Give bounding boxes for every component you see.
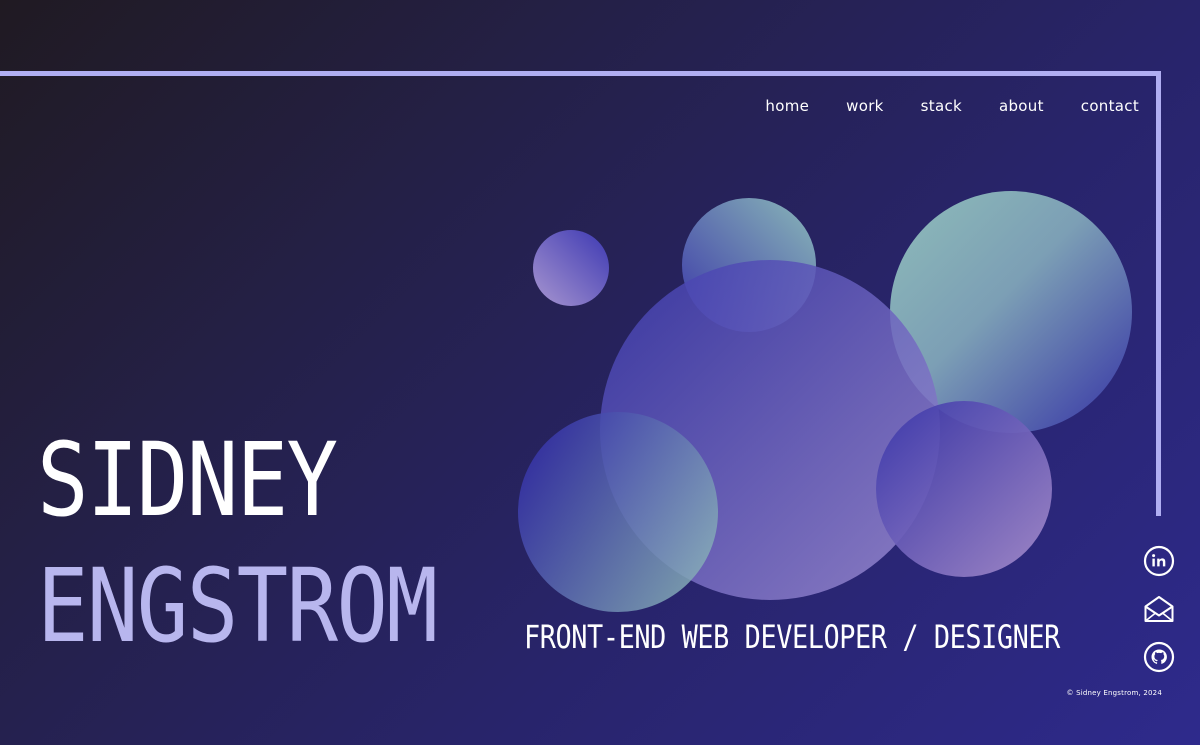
bubble-bottom-right xyxy=(876,401,1052,577)
envelope-icon xyxy=(1144,596,1174,622)
copyright-text: © Sidney Engstrom, 2024 xyxy=(1066,689,1162,697)
bubble-small xyxy=(533,230,609,306)
hero-last-name: ENGSTROM xyxy=(37,547,438,666)
linkedin-icon xyxy=(1143,545,1175,577)
bubble-left xyxy=(518,412,718,612)
hero-role: FRONT-END WEB DEVELOPER / DESIGNER xyxy=(524,618,1060,656)
linkedin-link[interactable] xyxy=(1142,545,1176,577)
hero-first-name: SIDNEY xyxy=(37,421,338,540)
github-link[interactable] xyxy=(1142,641,1176,673)
email-link[interactable] xyxy=(1142,593,1176,625)
github-icon xyxy=(1143,641,1175,673)
social-links xyxy=(1142,545,1176,673)
